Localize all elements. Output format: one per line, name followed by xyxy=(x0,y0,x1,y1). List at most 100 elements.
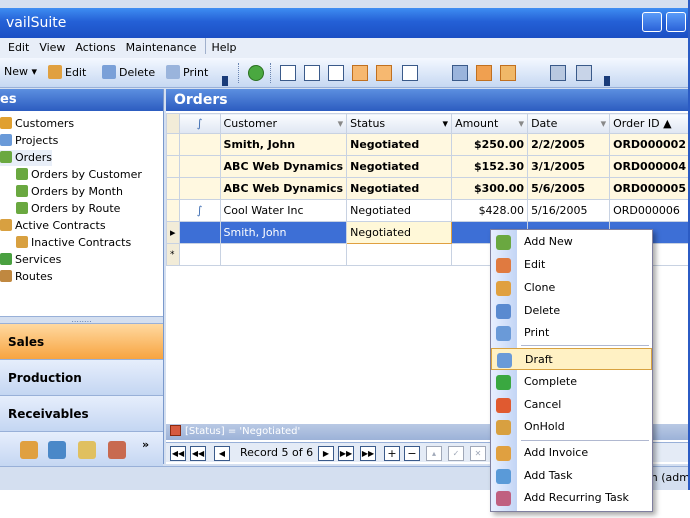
prev-record-icon[interactable]: ◀ xyxy=(214,446,230,461)
calculator-icon[interactable] xyxy=(108,441,126,459)
menu-actions[interactable]: Actions xyxy=(70,38,120,54)
columns-icon[interactable] xyxy=(500,65,516,81)
coins-icon[interactable] xyxy=(20,441,38,459)
customer-cell[interactable] xyxy=(219,243,348,266)
edit-record-icon[interactable]: ▴ xyxy=(426,446,442,461)
order-id-cell[interactable]: ORD000004 xyxy=(609,155,688,178)
edit-button[interactable]: Edit xyxy=(48,65,86,79)
order-id-cell[interactable]: ORD000002 xyxy=(609,133,688,156)
status-cell[interactable] xyxy=(346,243,453,266)
maximize-icon[interactable] xyxy=(666,12,686,32)
menu-item-add-invoice[interactable]: Add Invoice xyxy=(491,442,652,464)
customer-cell[interactable]: ABC Web Dynamics xyxy=(219,177,348,200)
last-record-icon[interactable]: ▶▶ xyxy=(360,446,376,461)
tree-item-projects[interactable]: Projects xyxy=(0,133,58,149)
table-row[interactable]: Smith, John Negotiated $250.00 2/2/2005 … xyxy=(166,133,688,156)
menu-item-print[interactable]: Print xyxy=(491,322,652,344)
table-row[interactable]: ABC Web Dynamics Negotiated $152.30 3/1/… xyxy=(166,155,688,178)
menu-item-clone[interactable]: Clone xyxy=(491,277,652,299)
more-icon[interactable]: » xyxy=(142,438,152,456)
new-row-indicator[interactable]: * xyxy=(166,243,180,266)
layout-grid-icon[interactable] xyxy=(352,65,368,81)
menu-item-add-task[interactable]: Add Task xyxy=(491,465,652,487)
menu-view[interactable]: View xyxy=(34,38,70,54)
date-cell[interactable]: 3/1/2005 xyxy=(527,155,611,178)
nav-section-receivables[interactable]: Receivables xyxy=(0,395,163,431)
menu-item-onhold[interactable]: OnHold xyxy=(491,416,652,438)
tree-item-orders-by-month[interactable]: Orders by Month xyxy=(16,184,123,200)
add-record-icon[interactable]: + xyxy=(384,446,400,461)
save-record-icon[interactable]: ✓ xyxy=(448,446,464,461)
nav-section-sales[interactable]: Sales xyxy=(0,323,163,359)
print-button[interactable]: Print xyxy=(166,65,208,79)
order-id-cell[interactable]: ORD000006 xyxy=(609,199,688,222)
column-header-customer[interactable]: Customer ▾ xyxy=(219,113,348,134)
tree-item-orders-by-customer[interactable]: Orders by Customer xyxy=(16,167,142,183)
filter-expression[interactable]: [Status] = 'Negotiated' xyxy=(185,426,300,437)
filter-dropdown-icon[interactable]: ▾ xyxy=(519,117,525,130)
delete-button[interactable]: Delete xyxy=(102,65,155,79)
toolbar-grip[interactable] xyxy=(604,76,610,86)
table-row[interactable]: ∫ Cool Water Inc Negotiated $428.00 5/16… xyxy=(166,199,688,222)
status-cell-editing[interactable]: Negotiated xyxy=(346,221,453,244)
tree-item-routes[interactable]: Routes xyxy=(0,269,53,285)
cancel-edit-icon[interactable]: ✕ xyxy=(470,446,486,461)
tree-item-orders[interactable]: Orders xyxy=(0,150,52,166)
status-cell[interactable]: Negotiated xyxy=(346,133,453,156)
date-cell[interactable]: 5/6/2005 xyxy=(527,177,611,200)
first-record-icon[interactable]: ◀◀ xyxy=(170,446,186,461)
status-cell[interactable]: Negotiated xyxy=(346,199,453,222)
menu-item-edit[interactable]: Edit xyxy=(491,254,652,276)
date-cell[interactable]: 5/16/2005 xyxy=(527,199,611,222)
order-id-cell[interactable]: ORD000005 xyxy=(609,177,688,200)
menu-edit[interactable]: Edit xyxy=(0,38,34,54)
menu-maintenance[interactable]: Maintenance xyxy=(121,38,202,54)
menu-item-delete[interactable]: Delete xyxy=(491,300,652,322)
tree-icon[interactable] xyxy=(526,65,542,81)
close-filter-icon[interactable] xyxy=(170,425,181,436)
filter-dropdown-icon[interactable]: ▾ xyxy=(338,117,344,130)
menu-item-add-recurring-task[interactable]: Add Recurring Task xyxy=(491,487,652,509)
refresh-icon[interactable] xyxy=(248,65,264,81)
customer-cell[interactable]: Cool Water Inc xyxy=(219,199,348,222)
new-button[interactable]: New ▾ xyxy=(4,65,37,78)
row-indicator[interactable] xyxy=(166,155,180,178)
row-indicator[interactable] xyxy=(166,177,180,200)
group-icon[interactable] xyxy=(426,65,442,81)
next-page-icon[interactable]: ▶▶ xyxy=(338,446,354,461)
customer-cell[interactable]: ABC Web Dynamics xyxy=(219,155,348,178)
menu-item-draft[interactable]: Draft xyxy=(491,348,652,370)
column-header-date[interactable]: Date ▾ xyxy=(527,113,611,134)
layout-icon[interactable] xyxy=(280,65,296,81)
preview-icon[interactable] xyxy=(402,65,418,81)
amount-cell[interactable]: $152.30 xyxy=(451,155,529,178)
document-icon[interactable] xyxy=(78,441,96,459)
amount-cell[interactable]: $300.00 xyxy=(451,177,529,200)
amount-cell[interactable]: $428.00 xyxy=(451,199,529,222)
tree-item-services[interactable]: Services xyxy=(0,252,61,268)
layout-split-icon[interactable] xyxy=(376,65,392,81)
filter-dropdown-icon[interactable]: ▾ xyxy=(601,117,607,130)
toolbar-grip[interactable] xyxy=(222,76,228,86)
current-row-indicator[interactable]: ▸ xyxy=(166,221,180,244)
menu-item-add-new[interactable]: Add New xyxy=(491,231,652,253)
next-record-icon[interactable]: ▶ xyxy=(318,446,334,461)
row-indicator[interactable] xyxy=(166,199,180,222)
customer-cell[interactable]: Smith, John xyxy=(219,133,348,156)
column-header-status[interactable]: Status ▾ xyxy=(346,113,453,134)
menu-item-complete[interactable]: Complete xyxy=(491,371,652,393)
tree-item-active-contracts[interactable]: Active Contracts xyxy=(0,218,106,234)
hierarchy-icon[interactable] xyxy=(550,65,566,81)
table-row[interactable]: ABC Web Dynamics Negotiated $300.00 5/6/… xyxy=(166,177,688,200)
export-icon[interactable] xyxy=(576,65,592,81)
delete-record-icon[interactable]: − xyxy=(404,446,420,461)
minimize-icon[interactable] xyxy=(642,12,662,32)
attachment-cell[interactable]: ∫ xyxy=(178,199,221,222)
menu-help[interactable]: Help xyxy=(205,38,241,54)
row-indicator[interactable] xyxy=(166,133,180,156)
highlight-icon[interactable] xyxy=(476,65,492,81)
attachment-column-header[interactable]: ∫ xyxy=(178,113,221,134)
status-cell[interactable]: Negotiated xyxy=(346,155,453,178)
filter-icon[interactable] xyxy=(452,65,468,81)
tree-item-inactive-contracts[interactable]: Inactive Contracts xyxy=(16,235,131,251)
